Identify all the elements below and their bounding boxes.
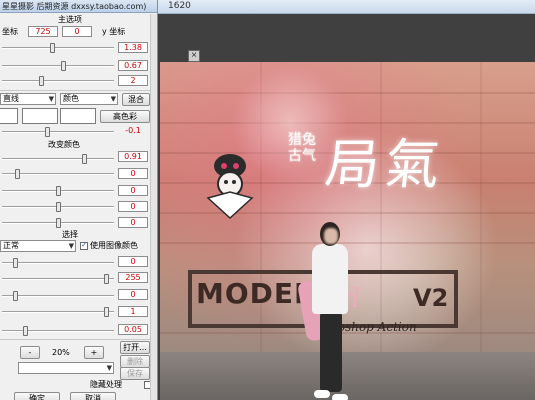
last-slider-track[interactable] [2,330,114,332]
select-slider-track[interactable] [2,311,114,313]
screen: 1620 × 猎兔古气 局氣 MODER Girl V2 Photos [0,0,535,400]
color-swatch-1[interactable] [0,108,18,124]
ok-button[interactable]: 确定 [14,392,60,400]
canvas-image[interactable]: 猎兔古气 局氣 MODER Girl V2 Photoshop Action [160,62,535,400]
param-slider-thumb[interactable] [50,43,56,53]
preset-dropdown[interactable]: ▼ [18,362,114,374]
select-slider-thumb[interactable] [103,307,109,317]
person-legs [320,312,342,392]
select-param-1-field[interactable]: 0 [118,256,148,267]
select-slider-thumb[interactable] [12,291,18,301]
last-param-field[interactable]: 0.05 [118,324,148,335]
chevron-down-icon: ▼ [110,95,116,103]
dialog-titlebar[interactable]: 星星摄影 后期资源 dxxsy.taobao.com) [0,0,157,13]
color-slider-thumb[interactable] [55,218,61,228]
color-section-label: 改变颜色 [48,140,80,149]
dialog-scrollbar[interactable] [150,14,157,400]
person-figure [296,222,360,400]
mode-dropdown[interactable]: 直线 ▼ [0,93,56,105]
color-slider-thumb[interactable] [82,154,88,164]
canvas-subtitle: 猎兔古气 [288,132,316,164]
hide-processing-label: 隐藏处理 [90,380,122,389]
emblem-icon [206,154,254,220]
color-param-2-field[interactable]: 0 [118,168,148,179]
brick-line [480,62,482,400]
person-body [312,244,348,314]
select-param-4-field[interactable]: 1 [118,306,148,317]
color-dropdown[interactable]: 颜色 ▼ [60,93,118,105]
canvas-title: 局氣 [322,133,449,196]
mode-dropdown-value: 直线 [3,94,19,103]
select-slider-thumb[interactable] [12,258,18,268]
select-param-3-field[interactable]: 0 [118,289,148,300]
blend-mode-value: 正常 [3,241,19,250]
zoom-in-button[interactable]: + [84,346,104,359]
select-slider-track[interactable] [2,262,114,264]
person-face [324,228,338,244]
canvas-toggle-icon[interactable]: × [188,50,200,62]
y-coordinate-field[interactable]: 0 [62,26,92,37]
brick-line [160,92,535,94]
color-param-1-field[interactable]: 0.91 [118,151,148,162]
select-param-2-field[interactable]: 255 [118,272,148,283]
select-section-label: 选择 [62,230,78,239]
y-coordinate-label: y 坐标 [102,27,126,36]
main-section-label: 主选项 [58,15,82,24]
open-button[interactable]: 打开... [120,341,150,354]
app-title: 1620 [168,1,191,11]
brick-line [380,62,382,400]
save-preset-button[interactable]: 保存 [120,367,150,380]
chevron-down-icon: ▼ [48,95,54,103]
param-slider-track[interactable] [2,80,114,82]
zoom-out-button[interactable]: - [20,346,40,359]
blend-button[interactable]: 混合 [122,93,150,106]
use-image-color-checkbox[interactable]: ✓ [80,242,88,250]
color-dropdown-value: 颜色 [63,94,79,103]
color-param-5-field[interactable]: 0 [118,217,148,228]
neg-slider-thumb[interactable] [44,127,50,137]
person-shoe [332,394,348,400]
color-param-4-field[interactable]: 0 [118,201,148,212]
select-slider-track[interactable] [2,278,114,280]
select-slider-thumb[interactable] [103,274,109,284]
neg-value-field[interactable]: -0.1 [118,126,148,137]
param-slider-track[interactable] [2,47,114,49]
param-2-field[interactable]: 0.67 [118,60,148,71]
person-shoe [314,390,330,398]
param-1-field[interactable]: 1.38 [118,42,148,53]
x-coordinate-label: 坐标 [2,27,18,36]
cancel-button[interactable]: 取消 [70,392,116,400]
color-slider-track[interactable] [2,158,114,160]
chevron-down-icon: ▼ [106,364,112,372]
color-slider-thumb[interactable] [55,202,61,212]
last-slider-thumb[interactable] [23,326,29,336]
color-slider-thumb[interactable] [14,169,20,179]
neg-slider-track[interactable] [2,131,114,133]
plugin-dialog: 星星摄影 后期资源 dxxsy.taobao.com) 主选项 坐标 725 0… [0,0,158,400]
dialog-title: 星星摄影 后期资源 dxxsy.taobao.com) [2,2,147,11]
param-3-field[interactable]: 2 [118,75,148,86]
divider [0,90,150,91]
x-coordinate-field[interactable]: 725 [28,26,58,37]
highlight-button[interactable]: 高色彩 [100,110,150,123]
app-titlebar: 1620 [150,0,535,14]
color-swatch-2[interactable] [22,108,58,124]
color-swatch-3[interactable] [60,108,96,124]
color-slider-thumb[interactable] [55,186,61,196]
logo-version-text: V2 [413,284,449,312]
color-param-3-field[interactable]: 0 [118,185,148,196]
zoom-value: 20% [52,348,70,357]
param-slider-track[interactable] [2,65,114,67]
param-slider-thumb[interactable] [39,76,45,86]
blend-mode-dropdown[interactable]: 正常 ▼ [0,240,76,252]
divider [0,339,150,340]
chevron-down-icon: ▼ [68,242,74,250]
use-image-color-label: 使用图像颜色 [90,241,138,250]
select-slider-track[interactable] [2,295,114,297]
param-slider-thumb[interactable] [60,61,66,71]
